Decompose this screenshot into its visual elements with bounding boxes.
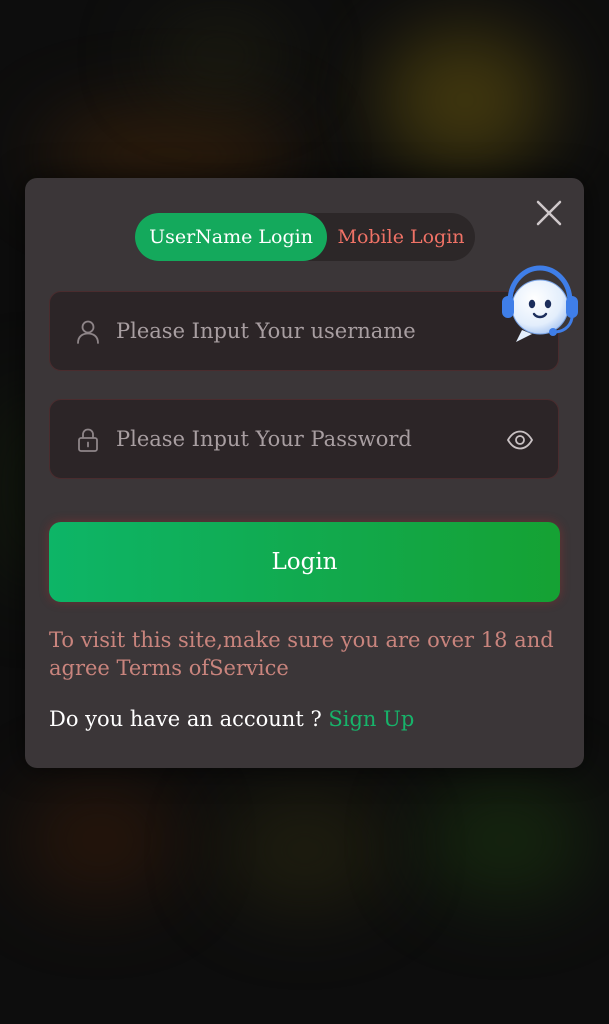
tab-username-login[interactable]: UserName Login — [135, 213, 327, 261]
sign-up-link[interactable]: Sign Up — [328, 707, 414, 731]
close-icon — [536, 200, 562, 226]
customer-support-button[interactable] — [498, 262, 582, 346]
username-input[interactable] — [116, 292, 496, 370]
login-button[interactable]: Login — [49, 522, 560, 602]
age-terms-notice: To visit this site,make sure you are ove… — [49, 628, 554, 680]
user-icon — [77, 320, 99, 344]
tab-mobile-login[interactable]: Mobile Login — [327, 213, 475, 261]
login-method-tabs: UserName Login Mobile Login — [135, 213, 475, 261]
username-field — [49, 291, 559, 371]
lock-icon — [78, 428, 98, 452]
eye-icon[interactable] — [506, 426, 534, 454]
account-prompt-text: Do you have an account ? — [49, 707, 329, 731]
customer-support-icon — [502, 265, 578, 342]
password-input[interactable] — [116, 400, 496, 478]
account-prompt-row: Do you have an account ? Sign Up — [49, 704, 414, 734]
close-button[interactable] — [534, 198, 564, 228]
password-field — [49, 399, 559, 479]
